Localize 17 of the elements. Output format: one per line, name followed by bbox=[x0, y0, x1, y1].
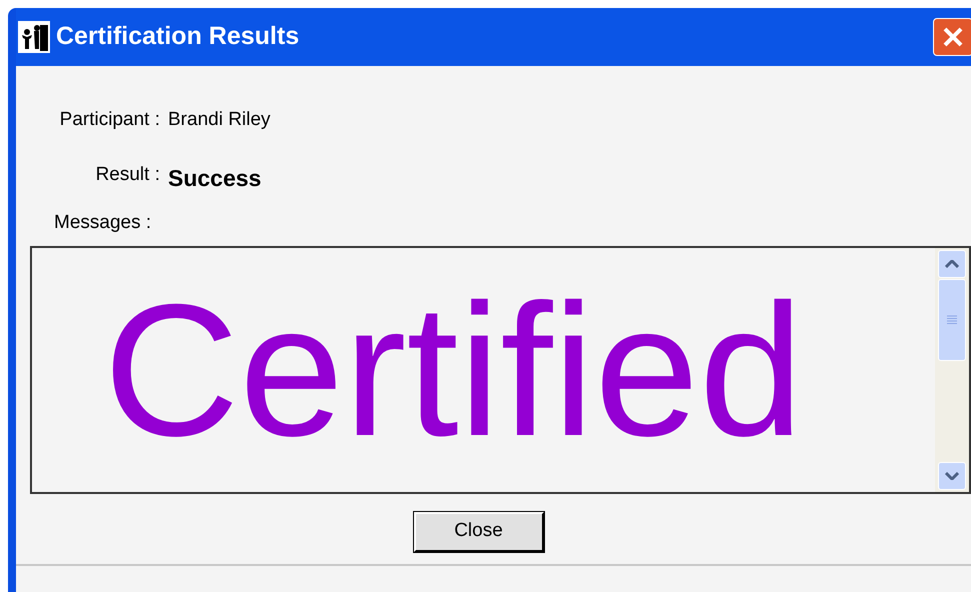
field-value: Success bbox=[168, 164, 262, 192]
grip-icon bbox=[947, 315, 957, 324]
field-label: Participant : bbox=[58, 108, 160, 132]
scroll-down-button[interactable] bbox=[938, 462, 966, 490]
field-value: Brandi Riley bbox=[168, 108, 272, 132]
people-icon bbox=[18, 21, 50, 53]
close-window-button[interactable] bbox=[933, 18, 971, 56]
message-text: Certified bbox=[103, 276, 804, 464]
up-caret-icon bbox=[945, 260, 959, 268]
messages-label: Messages : bbox=[54, 211, 152, 235]
window-title: Certification Results bbox=[56, 21, 300, 52]
close-button[interactable]: Close bbox=[414, 512, 544, 552]
field-label: Result : bbox=[94, 162, 160, 186]
close-icon bbox=[942, 26, 964, 48]
scroll-thumb[interactable] bbox=[938, 278, 966, 360]
scroll-up-button[interactable] bbox=[938, 250, 966, 278]
down-caret-icon bbox=[945, 472, 959, 480]
